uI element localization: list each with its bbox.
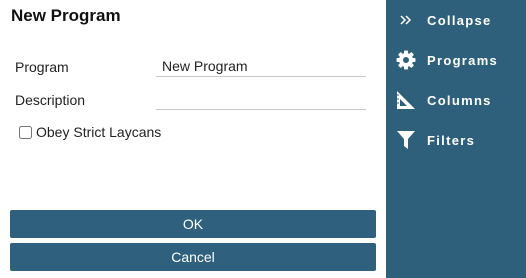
dialog-title: New Program bbox=[11, 6, 121, 25]
gear-icon bbox=[396, 50, 416, 70]
sidebar-item-label: Columns bbox=[427, 92, 492, 108]
program-input[interactable] bbox=[156, 55, 366, 77]
new-program-dialog: New Program Program Description Obey Str… bbox=[0, 0, 386, 278]
sidebar-item-programs[interactable]: Programs bbox=[396, 48, 498, 72]
obey-strict-laycans-label: Obey Strict Laycans bbox=[36, 124, 162, 140]
sidebar-item-label: Collapse bbox=[427, 12, 492, 28]
obey-strict-laycans-checkbox[interactable] bbox=[19, 125, 32, 139]
obey-strict-laycans-row[interactable]: Obey Strict Laycans bbox=[19, 124, 161, 140]
program-label: Program bbox=[15, 59, 69, 75]
ok-button[interactable]: OK bbox=[10, 210, 376, 238]
double-chevron-right-icon bbox=[396, 10, 416, 30]
sidebar-item-columns[interactable]: Columns bbox=[396, 88, 492, 112]
description-input[interactable] bbox=[156, 88, 366, 110]
description-label: Description bbox=[15, 92, 86, 108]
tool-sidebar: Collapse Programs Columns Filters bbox=[386, 0, 526, 278]
sidebar-item-filters[interactable]: Filters bbox=[396, 128, 475, 152]
sidebar-item-label: Programs bbox=[427, 52, 499, 68]
funnel-icon bbox=[396, 130, 416, 150]
cancel-button[interactable]: Cancel bbox=[10, 243, 376, 271]
sidebar-item-label: Filters bbox=[427, 132, 476, 148]
set-square-icon bbox=[396, 90, 416, 110]
sidebar-item-collapse[interactable]: Collapse bbox=[396, 8, 492, 32]
